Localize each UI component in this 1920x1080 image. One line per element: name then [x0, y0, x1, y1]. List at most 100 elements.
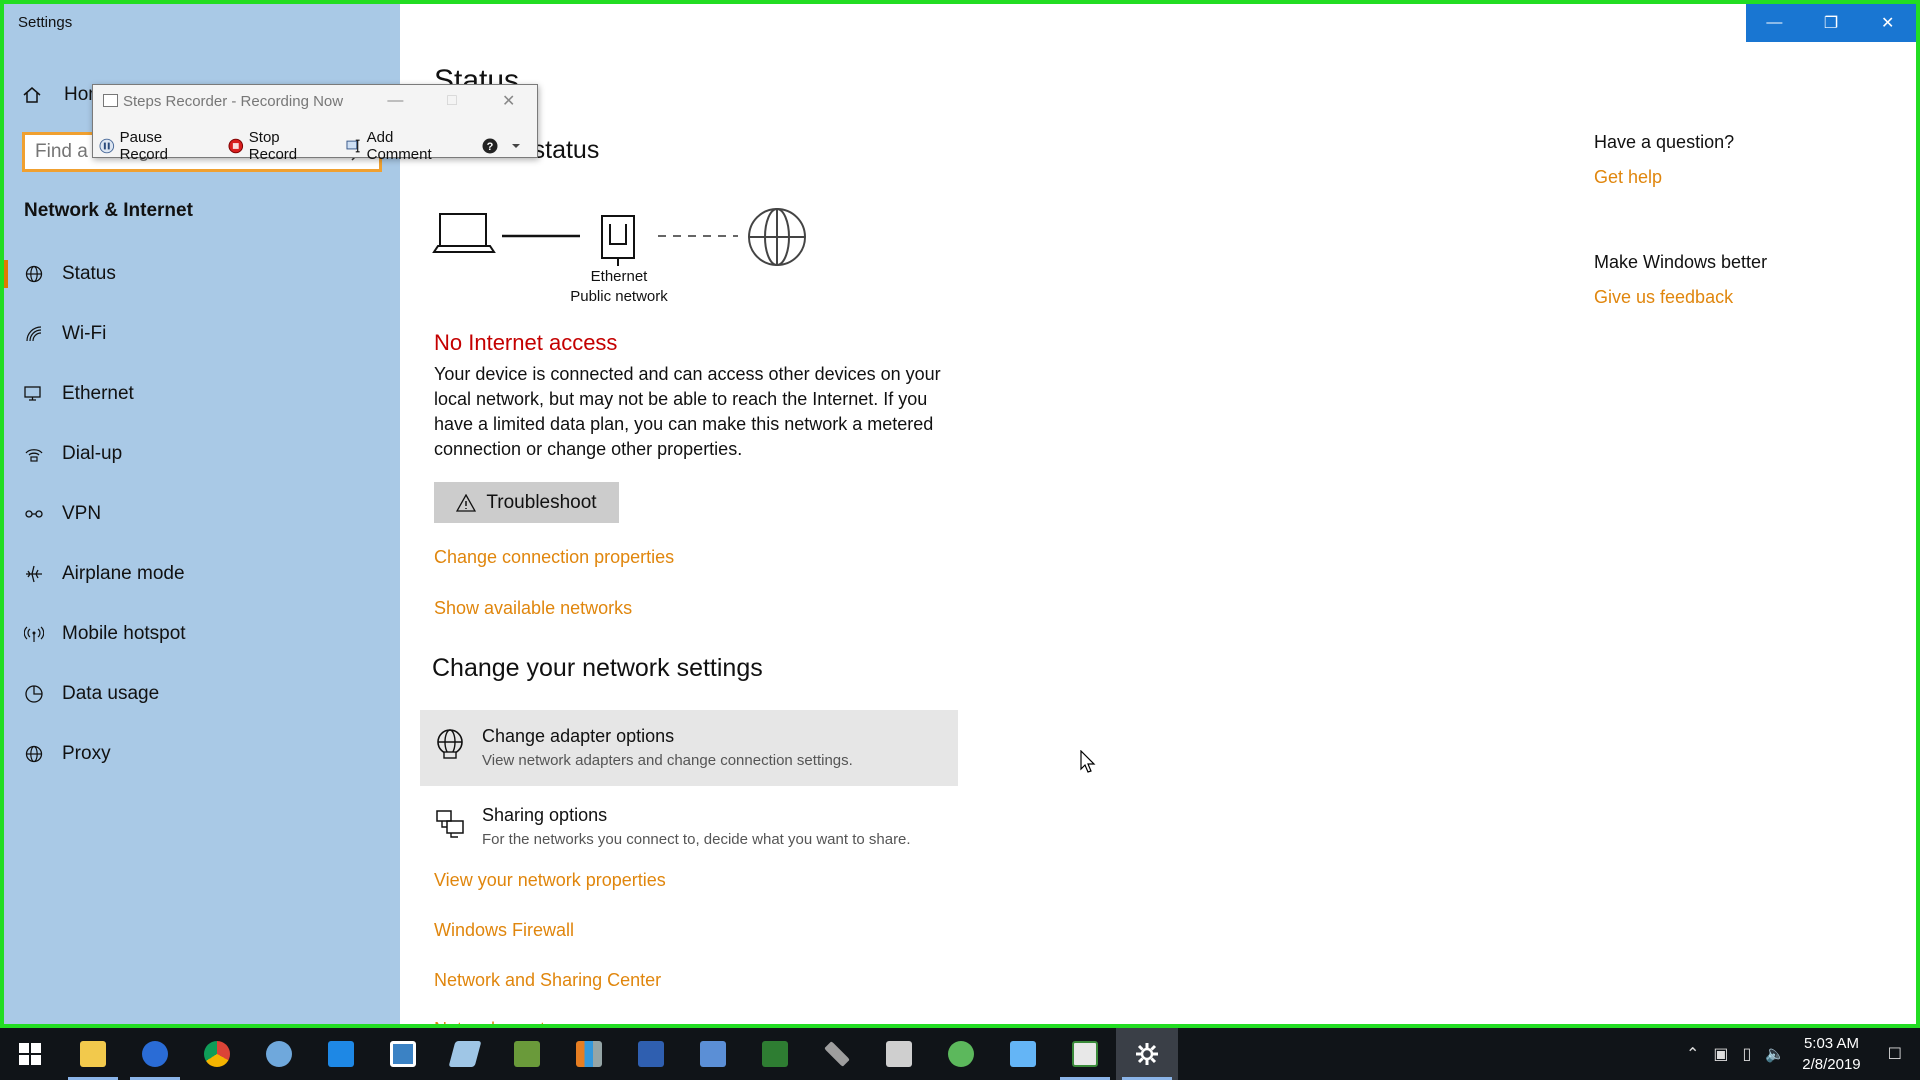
windows-logo-icon [19, 1043, 41, 1065]
stop-icon [228, 138, 244, 154]
file-explorer-taskbar-icon[interactable] [62, 1028, 124, 1080]
ethernet-port-icon [601, 215, 635, 266]
sidebar-nav: Status Wi-Fi Ethernet Dial-up VPN Airpla… [4, 244, 400, 784]
show-available-networks-link[interactable]: Show available networks [434, 598, 632, 619]
pause-icon [99, 138, 115, 154]
connection-status-heading: No Internet access [434, 330, 618, 355]
settings-taskbar-icon[interactable] [1116, 1028, 1178, 1080]
window-controls: — ❐ ✕ [1746, 4, 1916, 42]
wifi-icon [24, 324, 44, 344]
sidebar-item-proxy[interactable]: Proxy [4, 724, 400, 784]
pause-record-label: Pause Record [119, 129, 168, 163]
excel-taskbar-icon[interactable] [496, 1028, 558, 1080]
make-windows-better-heading: Make Windows better [1594, 252, 1768, 272]
hotspot-icon [24, 624, 44, 644]
sidebar-item-label: VPN [62, 503, 102, 524]
change-connection-properties-link[interactable]: Change connection properties [434, 547, 674, 568]
volume-icon[interactable]: 🔈 [1765, 1044, 1785, 1064]
library-taskbar-icon[interactable] [558, 1028, 620, 1080]
sidebar-item-label: Mobile hotspot [62, 623, 186, 644]
mouse-cursor-icon [1080, 750, 1096, 773]
steps-recorder-title: Steps Recorder - Recording Now [123, 93, 344, 110]
sidebar-item-airplane[interactable]: Airplane mode [4, 544, 400, 604]
chevron-up-icon[interactable]: ⌃ [1686, 1044, 1699, 1064]
steps-recorder-taskbar-icon[interactable] [1054, 1028, 1116, 1080]
sr-minimize-button[interactable]: — [367, 85, 424, 117]
restore-button[interactable]: ❐ [1803, 4, 1860, 42]
chrome-taskbar-icon[interactable] [186, 1028, 248, 1080]
change-adapter-options[interactable]: Change adapter options View network adap… [420, 710, 958, 786]
notepad-taskbar-icon[interactable] [434, 1028, 496, 1080]
add-comment-button[interactable]: Add Comment [346, 129, 460, 163]
sidebar-item-ethernet[interactable]: Ethernet [4, 364, 400, 424]
action-center-icon[interactable]: ☐ [1888, 1044, 1902, 1064]
server-manager-taskbar-icon[interactable] [744, 1028, 806, 1080]
sr-close-button[interactable]: ✕ [480, 85, 537, 117]
svg-text:?: ? [487, 141, 494, 153]
steps-recorder-app-icon [103, 94, 118, 107]
view-network-properties-link[interactable]: View your network properties [434, 870, 666, 891]
edge-taskbar-icon[interactable] [248, 1028, 310, 1080]
help-icon: ? [482, 138, 498, 154]
windows-firewall-link[interactable]: Windows Firewall [434, 920, 574, 941]
sidebar-section-heading: Network & Internet [24, 200, 193, 221]
network-type-label: Public network [570, 288, 668, 305]
get-help-link[interactable]: Get help [1594, 167, 1662, 188]
sidebar-item-label: Wi-Fi [62, 323, 107, 344]
comment-icon [346, 139, 360, 153]
sr-maximize-button[interactable]: □ [424, 85, 481, 117]
stop-record-label: Stop Record [248, 129, 298, 163]
battery-icon[interactable]: ▯ [1743, 1044, 1752, 1064]
sidebar-item-label: Ethernet [62, 383, 134, 404]
chevron-down-icon [512, 144, 520, 148]
give-feedback-link[interactable]: Give us feedback [1594, 287, 1733, 308]
help-question: Have a question? [1594, 132, 1735, 152]
dialup-icon [24, 444, 44, 464]
powershell-taskbar-icon[interactable] [620, 1028, 682, 1080]
troubleshoot-button[interactable]: Troubleshoot [434, 482, 619, 523]
sidebar-item-data-usage[interactable]: Data usage [4, 664, 400, 724]
adapter-label: Ethernet [590, 268, 648, 285]
steps-recorder-window-controls: — □ ✕ [367, 85, 537, 117]
laptop-icon [432, 213, 496, 253]
minimize-button[interactable]: — [1746, 4, 1803, 42]
network-sharing-center-link[interactable]: Network and Sharing Center [434, 970, 661, 991]
help-dropdown-button[interactable]: ? [482, 138, 521, 154]
sidebar-item-label: Proxy [62, 743, 111, 764]
network-warning-icon[interactable]: ▣ [1713, 1044, 1728, 1064]
close-button[interactable]: ✕ [1859, 4, 1916, 42]
warning-icon [456, 493, 477, 512]
start-button[interactable] [0, 1028, 60, 1080]
sidebar-item-label: Airplane mode [62, 563, 185, 584]
stop-record-button[interactable]: Stop Record [228, 129, 330, 163]
app-title: Settings [18, 14, 73, 31]
sharing-options[interactable]: Sharing options For the networks you con… [420, 789, 958, 865]
usb-tool-taskbar-icon[interactable] [806, 1028, 868, 1080]
sidebar-item-wifi[interactable]: Wi-Fi [4, 304, 400, 364]
xbox-taskbar-icon[interactable] [930, 1028, 992, 1080]
sidebar-item-vpn[interactable]: VPN [4, 484, 400, 544]
vpn-icon [24, 504, 44, 524]
app-taskbar-icon[interactable] [372, 1028, 434, 1080]
tools-taskbar-icon[interactable] [868, 1028, 930, 1080]
sidebar-item-hotspot[interactable]: Mobile hotspot [4, 604, 400, 664]
sidebar-item-dialup[interactable]: Dial-up [4, 424, 400, 484]
option-title: Change adapter options [482, 726, 675, 746]
firefox-taskbar-icon[interactable] [124, 1028, 186, 1080]
sidebar-item-label: Dial-up [62, 443, 123, 464]
remote-desktop-taskbar-icon[interactable] [992, 1028, 1054, 1080]
home-icon [23, 87, 41, 103]
network-reset-link[interactable]: Network reset [434, 1019, 545, 1024]
globe-icon [24, 264, 44, 284]
pause-record-button[interactable]: Pause Record [99, 129, 212, 163]
sidebar-item-status[interactable]: Status [4, 244, 400, 304]
sidebar-item-label: Data usage [62, 683, 160, 704]
network-tool-taskbar-icon[interactable] [682, 1028, 744, 1080]
clock-date: 2/8/2019 [1802, 1056, 1861, 1073]
clock-time: 5:03 AM [1803, 1035, 1859, 1052]
settings-window: Settings Home Network & Internet Status … [0, 0, 1920, 1028]
clock[interactable]: 5:03 AM 2/8/2019 [1802, 1033, 1860, 1075]
vscode-taskbar-icon[interactable] [310, 1028, 372, 1080]
internet-globe-icon [748, 208, 806, 266]
data-usage-icon [24, 684, 44, 704]
